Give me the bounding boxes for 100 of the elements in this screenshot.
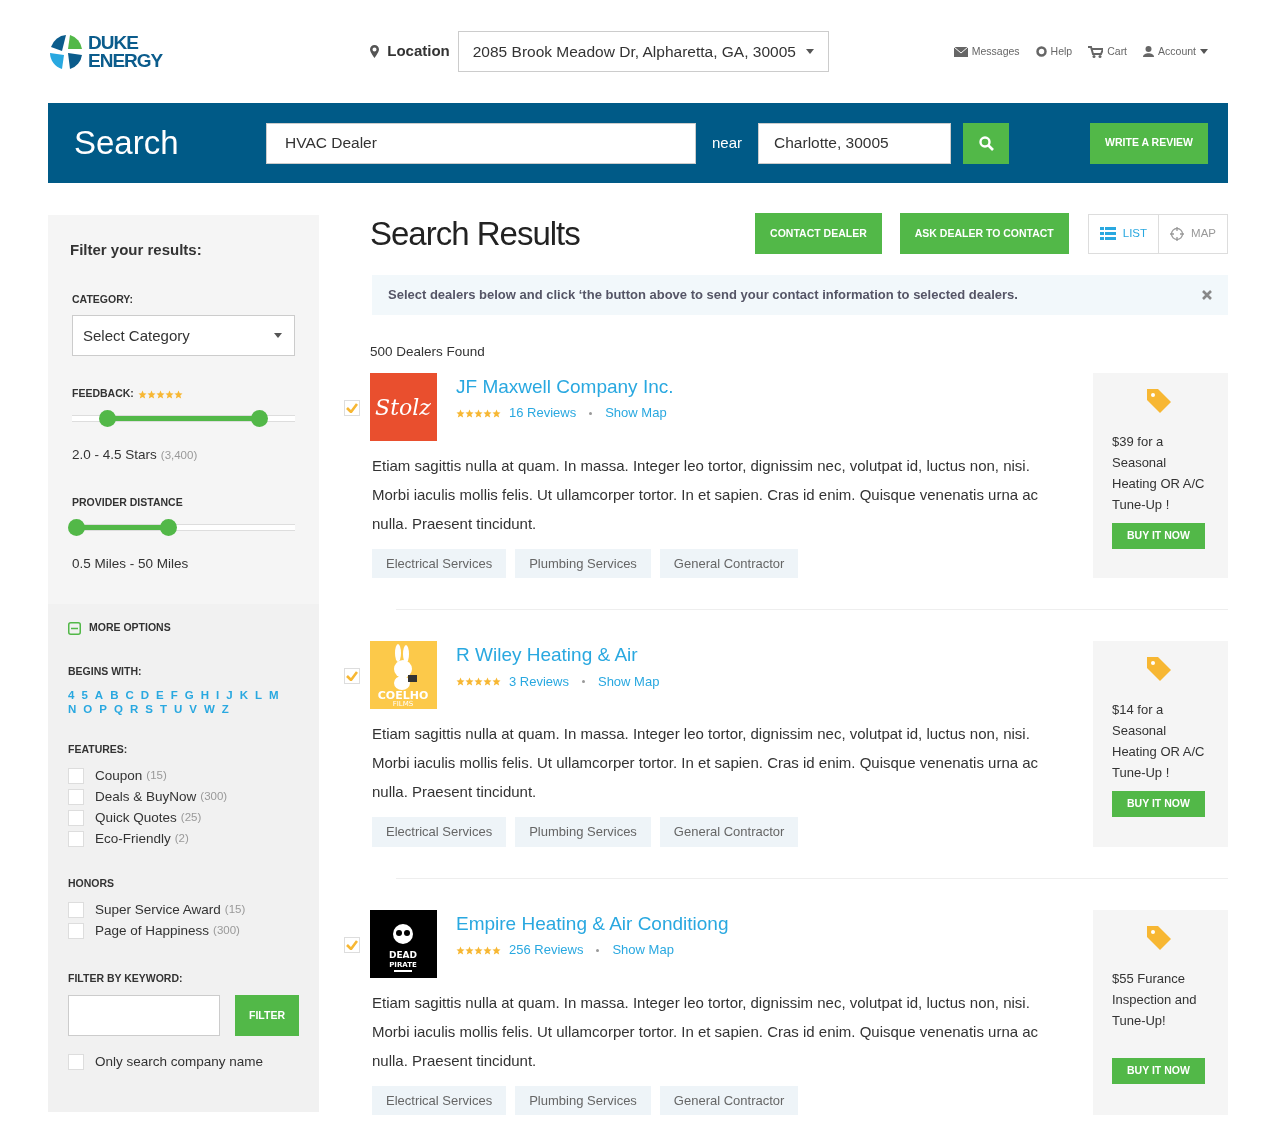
more-options-toggle[interactable]: MORE OPTIONS — [68, 620, 299, 636]
show-map-link[interactable]: Show Map — [597, 671, 660, 692]
letter-link[interactable]: W — [203, 701, 215, 716]
letter-link[interactable]: D — [140, 687, 150, 702]
slider-handle[interactable] — [98, 410, 116, 427]
slider-handle[interactable] — [159, 519, 177, 536]
checkbox[interactable] — [68, 831, 84, 847]
checkbox[interactable] — [344, 399, 360, 416]
search-button[interactable] — [963, 122, 1010, 164]
letter-link[interactable]: 4 — [68, 687, 75, 702]
checkbox[interactable] — [68, 768, 84, 784]
buy-now-button[interactable]: BUY IT NOW — [1112, 1057, 1205, 1084]
star-icon — [474, 408, 483, 418]
letter-link[interactable]: R — [129, 701, 139, 716]
letter-link[interactable]: F — [170, 687, 178, 702]
letter-link[interactable]: B — [110, 687, 119, 702]
slider-handle[interactable] — [68, 519, 86, 536]
service-tag[interactable]: General Contractor — [659, 548, 799, 579]
letter-link[interactable]: O — [83, 701, 93, 716]
dealer-name-link[interactable]: R Wiley Heating & Air — [456, 641, 660, 670]
service-tag[interactable]: Plumbing Services — [515, 548, 651, 579]
star-icon — [492, 408, 501, 418]
near-label: near — [712, 132, 743, 153]
nav-link[interactable]: Account — [1143, 43, 1208, 60]
buy-now-button[interactable]: BUY IT NOW — [1112, 791, 1205, 818]
star-icon — [164, 389, 174, 399]
filter-button[interactable]: FILTER — [235, 995, 299, 1036]
letter-link[interactable]: S — [145, 701, 153, 716]
letter-link[interactable]: I — [216, 687, 220, 702]
nav-link[interactable]: Messages — [953, 43, 1020, 60]
letter-link[interactable]: J — [226, 687, 233, 702]
letter-link[interactable]: E — [156, 687, 164, 702]
letter-link[interactable]: U — [173, 701, 183, 716]
keyword-label: FILTER BY KEYWORD: — [68, 971, 184, 987]
close-button[interactable] — [1202, 289, 1212, 300]
view-tab[interactable]: MAP — [1159, 213, 1228, 254]
star-icon — [456, 945, 465, 955]
dealer-name-link[interactable]: JF Maxwell Company Inc. — [456, 372, 674, 402]
checkbox[interactable] — [344, 668, 360, 685]
location-dropdown[interactable]: 2085 Brook Meadow Dr, Alpharetta, GA, 30005 — [457, 31, 829, 72]
buy-now-button[interactable]: BUY IT NOW — [1112, 522, 1205, 549]
checkbox[interactable] — [68, 789, 84, 805]
nav-link[interactable]: Cart — [1088, 43, 1128, 60]
nav-link[interactable]: Help — [1035, 43, 1073, 60]
option-count: (15) — [224, 902, 246, 918]
service-tag[interactable]: General Contractor — [659, 1085, 799, 1116]
dealer-description: Etiam sagittis nulla at quam. In massa. Integer leo tortor, dignissim nec, volutpat id, luctus non, nisi. Morbi iaculis mollis felis. Ut ullamcorper tortor. In et sapien. Cras id enim. Quisque venenatis urna ac nulla. Praesent tincidunt. — [372, 724, 1040, 803]
slider-label: FEEDBACK: — [72, 386, 134, 402]
logo-text: DUKE — [88, 33, 140, 52]
service-tag[interactable]: Electrical Services — [372, 817, 507, 847]
letter-link[interactable]: Z — [221, 701, 229, 716]
star-icon — [155, 389, 165, 399]
reviews-link[interactable]: 256 Reviews — [509, 940, 584, 960]
service-tag[interactable]: Plumbing Services — [515, 817, 651, 847]
star-icon — [173, 389, 183, 399]
price-tag-icon — [1145, 655, 1173, 684]
letter-link[interactable]: C — [125, 687, 134, 702]
letter-link[interactable]: L — [254, 687, 262, 702]
checkbox[interactable] — [68, 901, 84, 918]
location-field[interactable]: Charlotte, 30005 — [758, 122, 952, 164]
service-tag[interactable]: General Contractor — [659, 817, 799, 847]
view-tab[interactable]: LIST — [1087, 213, 1160, 254]
dot-icon — [596, 948, 600, 952]
action-button[interactable]: CONTACT DEALER — [755, 213, 882, 255]
letter-link[interactable]: V — [189, 701, 197, 716]
show-map-link[interactable]: Show Map — [612, 940, 674, 960]
action-button[interactable]: ASK DEALER TO CONTACT — [899, 213, 1069, 255]
section-label: HONORS — [68, 875, 116, 891]
checkbox[interactable] — [68, 810, 84, 826]
dealer-name-link[interactable]: Empire Heating & Air Conditiong — [456, 909, 729, 939]
letter-link[interactable]: H — [200, 687, 210, 702]
cart-icon — [1088, 45, 1104, 58]
slider-handle[interactable] — [251, 410, 269, 427]
search-field[interactable]: HVAC Dealer — [266, 122, 696, 164]
reviews-link[interactable]: 16 Reviews — [509, 403, 577, 423]
caret-icon — [805, 49, 814, 54]
letter-link[interactable]: T — [159, 701, 167, 716]
letter-link[interactable]: A — [94, 687, 104, 702]
reviews-link[interactable]: 3 Reviews — [509, 671, 569, 692]
service-tag[interactable]: Plumbing Services — [515, 1085, 651, 1116]
service-tag[interactable]: Electrical Services — [372, 1085, 507, 1116]
star-icon — [474, 945, 483, 955]
envelope-icon — [953, 46, 968, 57]
service-tag[interactable]: Electrical Services — [372, 548, 507, 579]
letter-link[interactable]: 5 — [81, 687, 88, 702]
star-icon — [465, 677, 474, 686]
checkbox[interactable] — [68, 1054, 84, 1071]
letter-link[interactable]: P — [99, 701, 107, 716]
keyword-input[interactable] — [68, 995, 220, 1036]
checkbox[interactable] — [68, 922, 84, 939]
option-count: (25) — [180, 810, 202, 826]
show-map-link[interactable]: Show Map — [605, 403, 667, 423]
letter-link[interactable]: Q — [113, 701, 123, 716]
letter-link[interactable]: K — [239, 687, 248, 702]
letter-link[interactable]: N — [68, 701, 77, 716]
write-review-button[interactable]: WRITE A REVIEW — [1090, 122, 1208, 164]
checkbox[interactable] — [344, 936, 360, 953]
category-dropdown[interactable]: Select Category — [72, 315, 295, 357]
letter-link[interactable]: G — [184, 687, 194, 702]
letter-link[interactable]: M — [269, 687, 279, 702]
